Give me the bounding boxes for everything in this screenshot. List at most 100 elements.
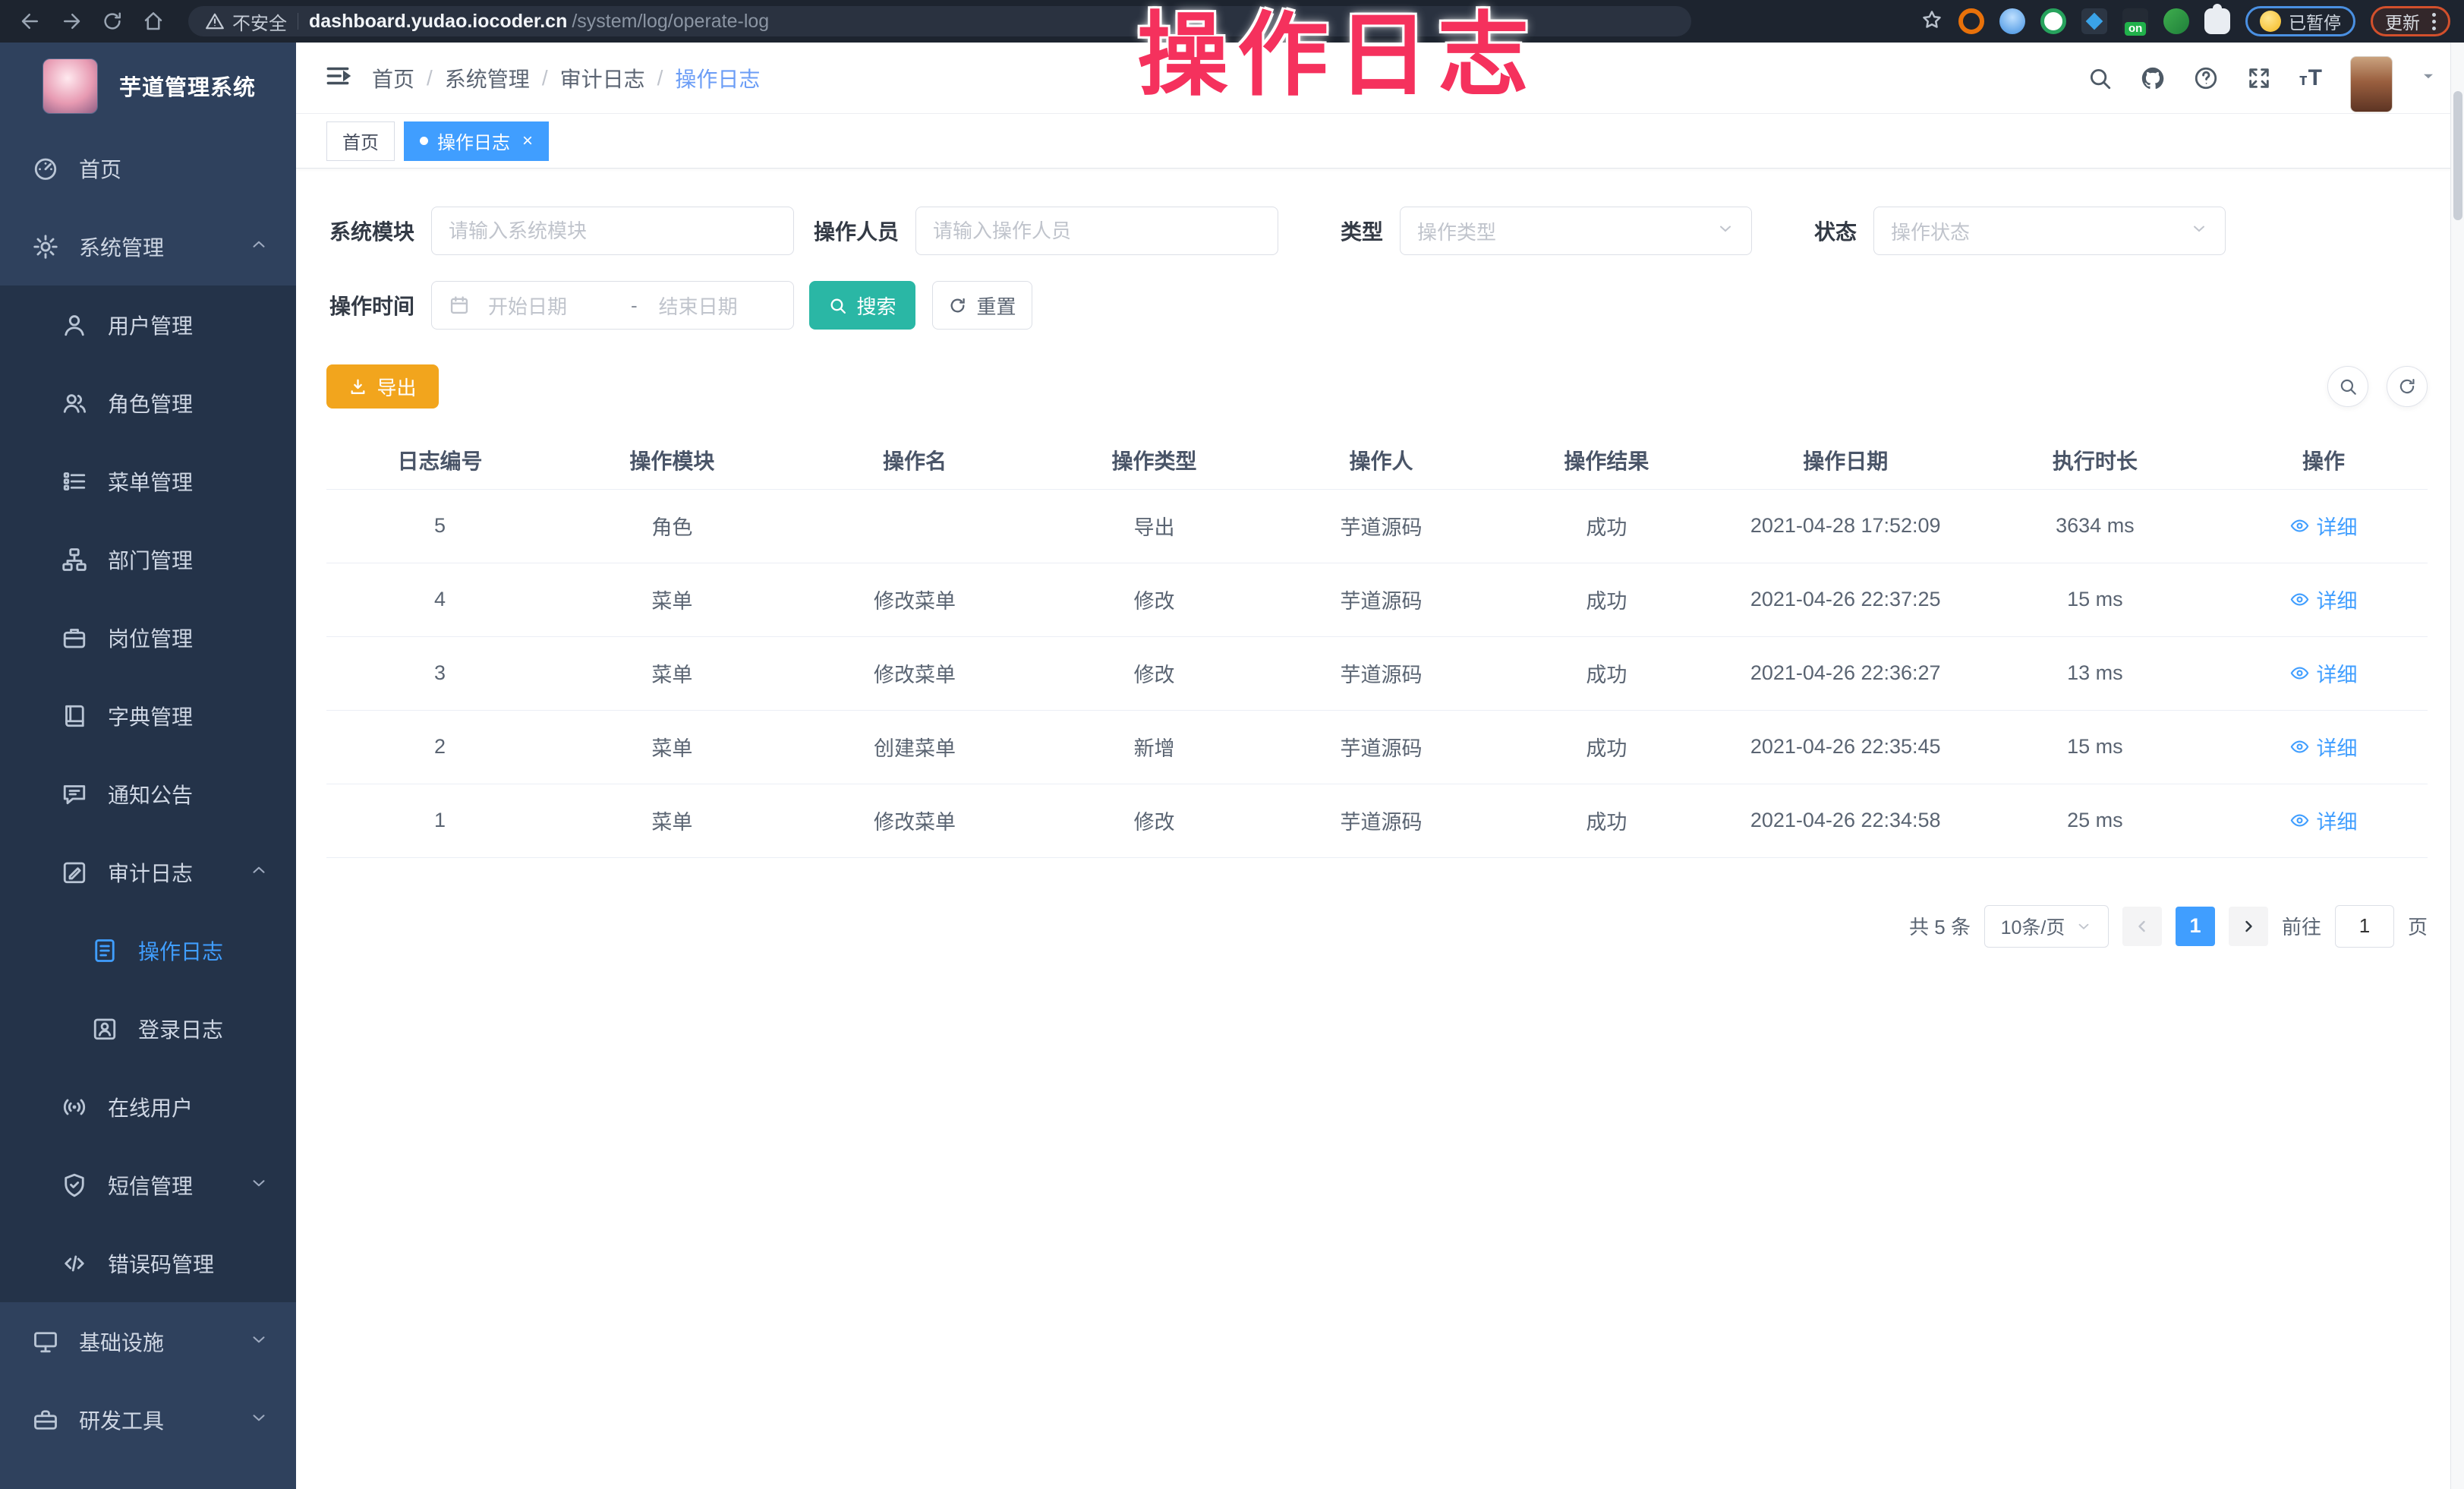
type-select[interactable]: 操作类型 — [1400, 207, 1752, 255]
cell-result: 成功 — [1492, 563, 1720, 636]
orange-ring-extension-icon[interactable] — [1958, 8, 1984, 34]
green-v-extension-icon[interactable] — [2040, 8, 2066, 34]
search-button[interactable]: 搜索 — [809, 281, 915, 330]
reset-button-label: 重置 — [976, 292, 1016, 320]
table-column-header: 操作名 — [791, 431, 1039, 489]
cell-module: 菜单 — [553, 710, 791, 784]
detail-link[interactable]: 详细 — [2289, 732, 2357, 762]
browser-home-icon[interactable] — [137, 5, 170, 38]
cell-type: 新增 — [1038, 710, 1269, 784]
blue-diamond-extension-icon[interactable] — [2081, 8, 2107, 34]
breadcrumb-home[interactable]: 首页 — [372, 63, 414, 93]
export-button-label: 导出 — [377, 373, 416, 401]
fullscreen-icon[interactable] — [2246, 65, 2272, 91]
browser-reload-icon[interactable] — [96, 5, 129, 38]
cell-operator: 芋道源码 — [1270, 489, 1492, 563]
prev-page-button[interactable] — [2122, 907, 2162, 946]
login-log-icon — [91, 1015, 118, 1043]
sidebar-item-dept-management[interactable]: 部门管理 — [0, 520, 296, 598]
type-select-placeholder: 操作类型 — [1417, 217, 1496, 245]
cell-name — [791, 489, 1039, 563]
reset-button[interactable]: 重置 — [932, 281, 1032, 330]
detail-link[interactable]: 详细 — [2289, 511, 2357, 541]
next-page-button[interactable] — [2229, 907, 2268, 946]
tab-home[interactable]: 首页 — [326, 121, 395, 161]
infrastructure-icon — [32, 1328, 59, 1355]
goto-page-input[interactable] — [2335, 905, 2394, 948]
sidebar-item-online-users[interactable]: 在线用户 — [0, 1068, 296, 1146]
dark-extension-icon[interactable]: on — [2122, 8, 2148, 34]
page-size-select[interactable]: 10条/页 — [1984, 905, 2109, 948]
breadcrumb-system[interactable]: 系统管理 — [445, 63, 530, 93]
export-button[interactable]: 导出 — [326, 364, 439, 409]
browser-update-button[interactable]: 更新 — [2371, 6, 2450, 36]
sidebar-item-audit-log[interactable]: 审计日志 — [0, 833, 296, 911]
sidebar-item-error-code-management[interactable]: 错误码管理 — [0, 1224, 296, 1302]
page-size-value: 10条/页 — [2001, 913, 2065, 940]
bookmark-star-icon[interactable] — [1920, 8, 1943, 35]
blue-pin-extension-icon[interactable] — [1999, 8, 2025, 34]
sidebar-item-login-log[interactable]: 登录日志 — [0, 989, 296, 1068]
puzzle-extensions-icon[interactable] — [2204, 8, 2230, 34]
table-row: 3菜单修改菜单修改芋道源码成功2021-04-26 22:36:2713 ms详… — [326, 636, 2428, 710]
pagination-total: 共 5 条 — [1909, 912, 1971, 940]
date-range-input[interactable]: 开始日期 - 结束日期 — [431, 281, 794, 330]
caret-down-icon[interactable] — [2420, 68, 2437, 88]
browser-menu-icon[interactable] — [2432, 13, 2436, 30]
cell-module: 菜单 — [553, 563, 791, 636]
github-icon[interactable] — [2140, 65, 2166, 91]
address-bar[interactable]: 不安全 dashboard.yudao.iocoder.cn /system/l… — [188, 6, 1691, 36]
font-size-icon[interactable]: тT — [2299, 65, 2323, 91]
sidebar-item-home[interactable]: 首页 — [0, 129, 296, 207]
header-actions: тT — [2087, 44, 2437, 112]
current-page-button[interactable]: 1 — [2176, 907, 2215, 946]
search-button-label: 搜索 — [856, 292, 896, 320]
org-tree-icon — [61, 546, 88, 573]
sidebar-item-label: 首页 — [79, 153, 121, 184]
collapse-sidebar-icon[interactable] — [323, 62, 352, 94]
sidebar-item-operate-log[interactable]: 操作日志 — [0, 911, 296, 989]
detail-link[interactable]: 详细 — [2289, 806, 2357, 835]
sidebar-item-user-management[interactable]: 用户管理 — [0, 285, 296, 364]
sidebar-item-system-management[interactable]: 系统管理 — [0, 207, 296, 285]
sidebar-item-notice-announcement[interactable]: 通知公告 — [0, 755, 296, 833]
module-input[interactable] — [431, 207, 794, 255]
active-tab-dot — [420, 137, 428, 145]
eye-icon — [2289, 516, 2310, 536]
operator-input[interactable] — [915, 207, 1278, 255]
breadcrumb-audit-log[interactable]: 审计日志 — [560, 63, 645, 93]
refresh-table-icon[interactable] — [2387, 366, 2428, 407]
filter-row-2: 操作时间 开始日期 - 结束日期 搜索 重置 — [326, 281, 2428, 330]
scrollbar-thumb[interactable] — [2453, 91, 2462, 220]
dictionary-icon — [61, 702, 88, 730]
sidebar-item-sms-management[interactable]: 短信管理 — [0, 1146, 296, 1224]
toggle-search-icon[interactable] — [2327, 366, 2368, 407]
help-icon[interactable] — [2193, 65, 2219, 91]
sidebar-logo-row[interactable]: 芋道管理系统 — [0, 43, 296, 129]
sidebar-item-menu-management[interactable]: 菜单管理 — [0, 442, 296, 520]
detail-link[interactable]: 详细 — [2289, 658, 2357, 688]
sidebar-item-post-management[interactable]: 岗位管理 — [0, 598, 296, 677]
search-icon[interactable] — [2087, 65, 2113, 91]
user-avatar[interactable] — [2350, 56, 2393, 112]
status-select[interactable]: 操作状态 — [1873, 207, 2226, 255]
site-security[interactable]: 不安全 — [205, 8, 287, 35]
browser-forward-icon[interactable] — [55, 5, 88, 38]
green-extension-icon[interactable] — [2163, 8, 2189, 34]
sidebar-item-role-management[interactable]: 角色管理 — [0, 364, 296, 442]
eye-icon — [2289, 810, 2310, 831]
sidebar-item-dict-management[interactable]: 字典管理 — [0, 677, 296, 755]
browser-back-icon[interactable] — [14, 5, 47, 38]
page-scrollbar[interactable] — [2450, 43, 2464, 1489]
table-column-header: 操作人 — [1270, 431, 1492, 489]
sidebar-item-dev-tools[interactable]: 研发工具 — [0, 1380, 296, 1459]
table-column-header: 执行时长 — [1971, 431, 2220, 489]
detail-link[interactable]: 详细 — [2289, 585, 2357, 614]
cell-actions: 详细 — [2220, 489, 2428, 563]
tab-operate-log[interactable]: 操作日志 × — [404, 121, 549, 161]
detail-link-label: 详细 — [2316, 732, 2357, 762]
sidebar-item-label: 系统管理 — [79, 232, 164, 262]
sidebar-item-infrastructure[interactable]: 基础设施 — [0, 1302, 296, 1380]
paused-extension-pill[interactable]: 已暂停 — [2245, 6, 2355, 36]
close-tab-icon[interactable]: × — [522, 131, 533, 152]
